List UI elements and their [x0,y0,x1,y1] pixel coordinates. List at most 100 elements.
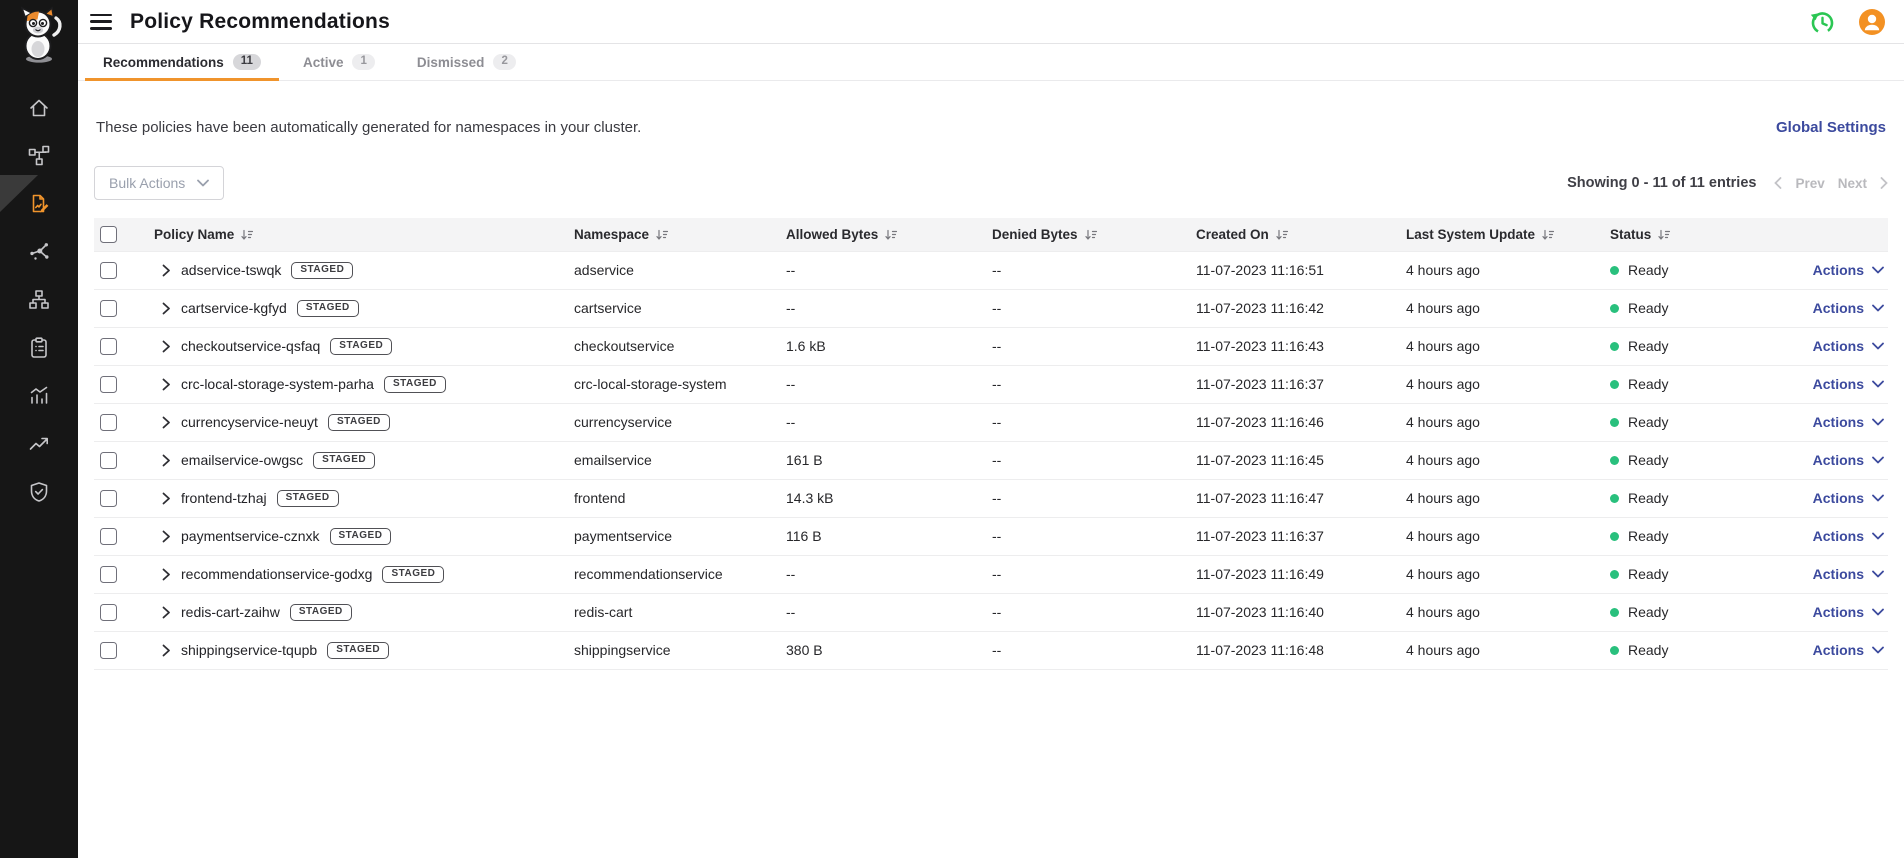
row-actions-button[interactable]: Actions [1813,528,1884,544]
select-all-checkbox[interactable] [100,226,117,243]
created-on-cell: 11-07-2023 11:16:45 [1180,441,1390,479]
row-actions-button[interactable]: Actions [1813,604,1884,620]
expand-chevron-icon[interactable] [162,492,171,505]
status-cell: Ready [1594,631,1766,669]
created-on-cell: 11-07-2023 11:16:42 [1180,289,1390,327]
hamburger-menu-icon[interactable] [90,14,112,30]
namespace-cell: shippingservice [558,631,770,669]
expand-chevron-icon[interactable] [162,530,171,543]
allowed-bytes-cell: 1.6 kB [770,327,976,365]
sidebar-item-trends[interactable] [27,432,51,456]
table-row: checkoutservice-qsfaq STAGED checkoutser… [94,327,1888,365]
row-checkbox[interactable] [100,338,117,355]
expand-chevron-icon[interactable] [162,454,171,467]
row-actions-button[interactable]: Actions [1813,414,1884,430]
column-header-allowed-bytes[interactable]: Allowed Bytes [770,218,976,251]
expand-chevron-icon[interactable] [162,340,171,353]
sort-icon[interactable] [1542,229,1554,241]
status-dot-icon [1610,646,1619,655]
sort-icon[interactable] [1276,229,1288,241]
row-checkbox[interactable] [100,604,117,621]
column-header-namespace[interactable]: Namespace [558,218,770,251]
app-logo-cat[interactable] [11,5,67,70]
history-button[interactable] [1808,8,1836,36]
last-update-cell: 4 hours ago [1390,251,1594,289]
row-checkbox[interactable] [100,642,117,659]
staged-badge: STAGED [277,490,339,507]
user-avatar-button[interactable] [1858,8,1886,36]
allowed-bytes-cell: -- [770,593,976,631]
entries-count-text: Showing 0 - 11 of 11 entries [1567,175,1756,191]
row-actions-button[interactable]: Actions [1813,300,1884,316]
tab-active[interactable]: Active 1 [285,44,393,80]
expand-chevron-icon[interactable] [162,264,171,277]
sort-icon[interactable] [885,229,897,241]
column-header-status[interactable]: Status [1594,218,1766,251]
status-dot-icon [1610,532,1619,541]
row-checkbox[interactable] [100,414,117,431]
row-actions-button[interactable]: Actions [1813,262,1884,278]
next-button[interactable]: Next [1838,176,1867,191]
row-actions-button[interactable]: Actions [1813,490,1884,506]
chevron-down-icon [1872,418,1884,426]
created-on-cell: 11-07-2023 11:16:40 [1180,593,1390,631]
expand-chevron-icon[interactable] [162,416,171,429]
row-actions-button[interactable]: Actions [1813,566,1884,582]
bulk-actions-button[interactable]: Bulk Actions [94,166,224,200]
policy-name: recommendationservice-godxg [181,566,372,582]
sitemap-icon [27,288,51,312]
sidebar-item-network-graph[interactable] [27,240,51,264]
column-header-denied-bytes[interactable]: Denied Bytes [976,218,1180,251]
table-row: recommendationservice-godxg STAGED recom… [94,555,1888,593]
sidebar-item-security[interactable] [27,480,51,504]
sidebar-item-policy-recommendations[interactable] [27,192,51,216]
row-checkbox[interactable] [100,528,117,545]
sidebar-item-topology[interactable] [27,144,51,168]
policy-edit-icon [27,192,51,216]
prev-button[interactable]: Prev [1795,176,1824,191]
column-header-policy-name[interactable]: Policy Name [138,218,558,251]
sidebar-item-audit-logs[interactable] [27,336,51,360]
pagination: Prev Next [1774,176,1888,191]
status-label: Ready [1628,642,1668,658]
namespace-cell: frontend [558,479,770,517]
tab-dismissed[interactable]: Dismissed 2 [399,44,534,80]
row-actions-button[interactable]: Actions [1813,338,1884,354]
expand-chevron-icon[interactable] [162,644,171,657]
created-on-cell: 11-07-2023 11:16:51 [1180,251,1390,289]
sort-icon[interactable] [241,229,253,241]
sort-icon[interactable] [656,229,668,241]
tab-recommendations[interactable]: Recommendations 11 [85,44,279,80]
sidebar-item-analytics[interactable] [27,384,51,408]
expand-chevron-icon[interactable] [162,568,171,581]
row-actions-button[interactable]: Actions [1813,642,1884,658]
row-checkbox[interactable] [100,376,117,393]
row-checkbox[interactable] [100,490,117,507]
status-dot-icon [1610,570,1619,579]
row-checkbox[interactable] [100,452,117,469]
table-row: frontend-tzhaj STAGED frontend 14.3 kB -… [94,479,1888,517]
row-actions-button[interactable]: Actions [1813,376,1884,392]
policy-name: emailservice-owgsc [181,452,303,468]
column-header-created-on[interactable]: Created On [1180,218,1390,251]
sidebar-item-home[interactable] [27,96,51,120]
sort-icon[interactable] [1658,229,1670,241]
namespace-cell: checkoutservice [558,327,770,365]
staged-badge: STAGED [327,642,389,659]
row-checkbox[interactable] [100,300,117,317]
denied-bytes-cell: -- [976,365,1180,403]
sidebar-item-sitemap[interactable] [27,288,51,312]
status-dot-icon [1610,456,1619,465]
row-checkbox[interactable] [100,566,117,583]
chevron-left-icon[interactable] [1774,177,1782,189]
row-actions-button[interactable]: Actions [1813,452,1884,468]
column-header-last-system-update[interactable]: Last System Update [1390,218,1594,251]
last-update-cell: 4 hours ago [1390,289,1594,327]
expand-chevron-icon[interactable] [162,606,171,619]
expand-chevron-icon[interactable] [162,302,171,315]
sort-icon[interactable] [1085,229,1097,241]
chevron-right-icon[interactable] [1880,177,1888,189]
row-checkbox[interactable] [100,262,117,279]
expand-chevron-icon[interactable] [162,378,171,391]
global-settings-link[interactable]: Global Settings [1776,119,1886,136]
